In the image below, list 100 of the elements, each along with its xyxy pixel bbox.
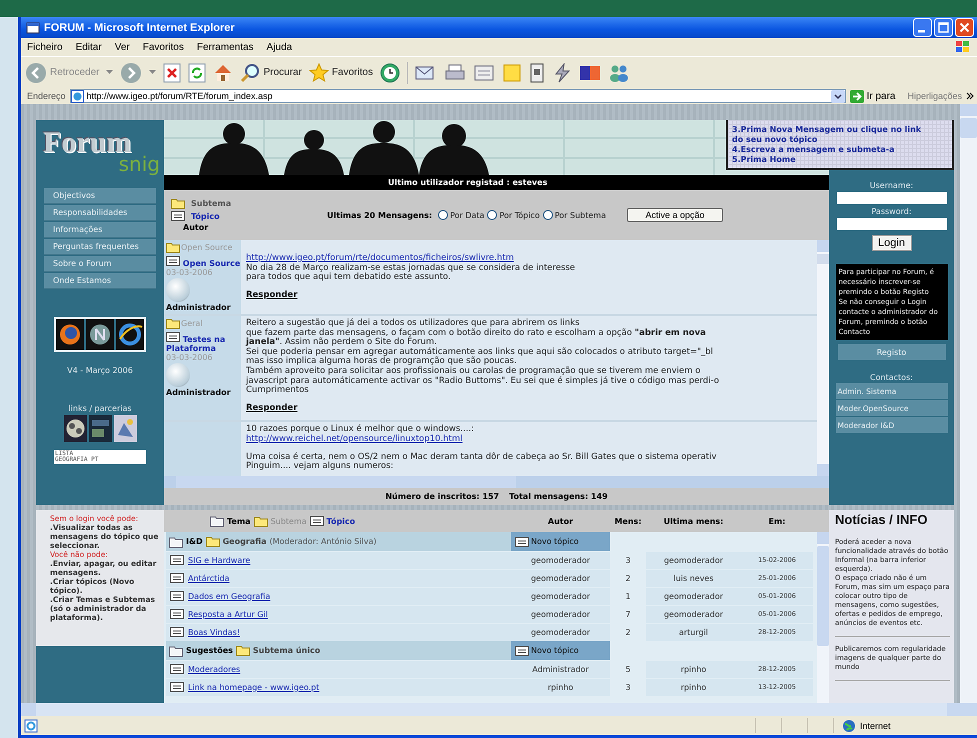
reply-link[interactable]: Responder: [246, 290, 298, 300]
table-cell: geomoderador: [646, 552, 741, 568]
table-cell: arturgil: [646, 624, 741, 640]
topic-link[interactable]: Boas Vindas!: [188, 628, 240, 636]
menu-item[interactable]: Ferramentas: [196, 42, 254, 52]
sort-radio[interactable]: Por Data: [438, 210, 484, 220]
close-icon[interactable]: [955, 18, 974, 37]
card-icon[interactable]: [578, 64, 601, 82]
password-label: Password:: [871, 207, 912, 216]
table-cell: geomoderador: [511, 552, 610, 568]
subtheme-label: Open Source: [181, 243, 232, 252]
theme-icon: [210, 515, 224, 527]
windows-logo-icon: [955, 40, 971, 54]
new-topic-button[interactable]: Novo tópico: [511, 532, 610, 551]
round-logo-icon: [86, 319, 114, 350]
login-button[interactable]: Login: [872, 235, 912, 251]
topic-link[interactable]: Testes na Plataforma: [166, 332, 241, 353]
new-topic-button[interactable]: Novo tópico: [511, 641, 610, 660]
dropdown-caret-icon[interactable]: [149, 70, 156, 75]
author-name: Administrador: [166, 303, 232, 312]
topic-link[interactable]: Antárctida: [188, 574, 230, 582]
links-title: links / parcerias: [68, 404, 132, 413]
table-cell: Administrador: [511, 660, 610, 678]
scrollbar[interactable]: [817, 240, 829, 476]
history-icon[interactable]: [380, 62, 400, 82]
topic-icon: [171, 211, 185, 221]
address-field[interactable]: http://www.igeo.pt/forum/RTE/forum_index.asp: [70, 89, 846, 103]
search-button[interactable]: Procurar: [240, 62, 302, 82]
username-label: Username:: [870, 181, 914, 190]
topic-icon: [166, 256, 180, 266]
topic-icon: [170, 555, 184, 565]
topic-link[interactable]: SIG e Hardware: [188, 556, 250, 564]
menu-item[interactable]: Ficheiro: [27, 42, 63, 52]
theme-icon: [169, 644, 183, 656]
table-cell: rpinho: [511, 678, 610, 696]
message-text: No dia 28 de Março realizam-se estas jornadas que se considera de interesse: [246, 264, 576, 273]
sort-radio[interactable]: Por Tópico: [487, 210, 540, 220]
help-text: do seu novo tópico: [732, 135, 818, 145]
column-header: Em:: [768, 516, 786, 526]
forward-icon[interactable]: [120, 62, 142, 84]
topic-link[interactable]: Moderadores: [188, 664, 240, 674]
activate-button[interactable]: Active a opção: [626, 208, 723, 222]
message-text: Também aproveito para solicitar aos profissionais ou carolas de programação que se tiverem me enviem o: [246, 366, 700, 376]
topic-link[interactable]: Dados em Geografia: [188, 592, 270, 600]
go-button[interactable]: Ir para: [850, 90, 904, 102]
minimize-icon[interactable]: [913, 18, 932, 37]
refresh-icon[interactable]: [188, 62, 206, 82]
message-link[interactable]: http://www.reichel.net/opensource/linuxtop10.html: [246, 434, 463, 445]
date-label: 03-03-2006: [166, 268, 214, 277]
maximize-icon[interactable]: [934, 18, 953, 37]
table-cell: geomoderador: [511, 624, 610, 640]
table-cell: rpinho: [646, 678, 741, 696]
username-field[interactable]: [836, 192, 946, 204]
folder-icon: [254, 516, 268, 526]
last-user-text: Ultimo utilizador registad : esteves: [388, 178, 548, 187]
column-header: Autor: [546, 516, 574, 526]
links-label[interactable]: Hiperligações: [907, 91, 962, 101]
sort-radio[interactable]: Por Subtema: [542, 210, 606, 220]
stats-text: Total mensagens: 149: [509, 492, 608, 501]
stop-icon[interactable]: [163, 62, 182, 82]
menu-item[interactable]: Editar: [76, 42, 102, 52]
password-field[interactable]: [836, 218, 946, 230]
menu-item[interactable]: Favoritos: [142, 42, 184, 52]
latest-label: Ultimas 20 Mensagens:: [327, 210, 432, 220]
message-text: Pinguim.... vejam alguns numeros:: [246, 462, 394, 472]
favorites-button[interactable]: Favoritos: [308, 62, 373, 82]
device-icon[interactable]: [528, 62, 545, 82]
table-cell: geomoderador: [646, 606, 741, 622]
round-logo-icon: [116, 319, 144, 350]
author-name: Administrador: [166, 388, 232, 397]
topic-link[interactable]: Resposta a Artur Gil: [188, 610, 268, 618]
message-text: Cumprimentos: [246, 386, 309, 396]
topic-link[interactable]: Open Source: [166, 256, 241, 268]
message-link[interactable]: http://www.igeo.pt/forum/rte/documentos/ficheiros/swlivre.htm: [246, 254, 514, 264]
dropdown-caret-icon[interactable]: [106, 70, 114, 75]
reply-link[interactable]: Responder: [246, 404, 298, 414]
scrollbar[interactable]: [960, 104, 977, 703]
topic-icon: [170, 609, 184, 619]
people-icon[interactable]: [608, 62, 630, 82]
round-logo-icon: [56, 319, 84, 350]
table-cell: geomoderador: [511, 570, 610, 586]
legend-label: Tópico: [326, 516, 356, 526]
theme-name: Sugestões: [186, 646, 233, 655]
edit-icon[interactable]: [472, 62, 495, 82]
scrollbar[interactable]: [817, 532, 829, 703]
print-icon[interactable]: [444, 62, 466, 82]
go-arrow-icon: [850, 90, 864, 102]
menu-item[interactable]: Ver: [114, 42, 130, 52]
browser-icon: [26, 20, 40, 34]
message-text: que fazem parte das mensagens, o façam com o botão direito do rato e escolham a opção "abrir em nova: [246, 328, 706, 338]
chevron-icon[interactable]: [966, 92, 974, 100]
message-text: mas isso implica alguma horas de programção que são poucas.: [246, 357, 517, 366]
dropdown-icon[interactable]: [830, 90, 845, 102]
scrollbar[interactable]: [164, 476, 829, 488]
note-icon[interactable]: [502, 62, 522, 82]
menu-item[interactable]: Ajuda: [266, 42, 292, 52]
home-icon[interactable]: [213, 62, 234, 82]
globe-icon: [842, 718, 856, 732]
page-icon: [24, 718, 38, 732]
moderator-text: (Moderador: António Silva): [269, 537, 377, 546]
